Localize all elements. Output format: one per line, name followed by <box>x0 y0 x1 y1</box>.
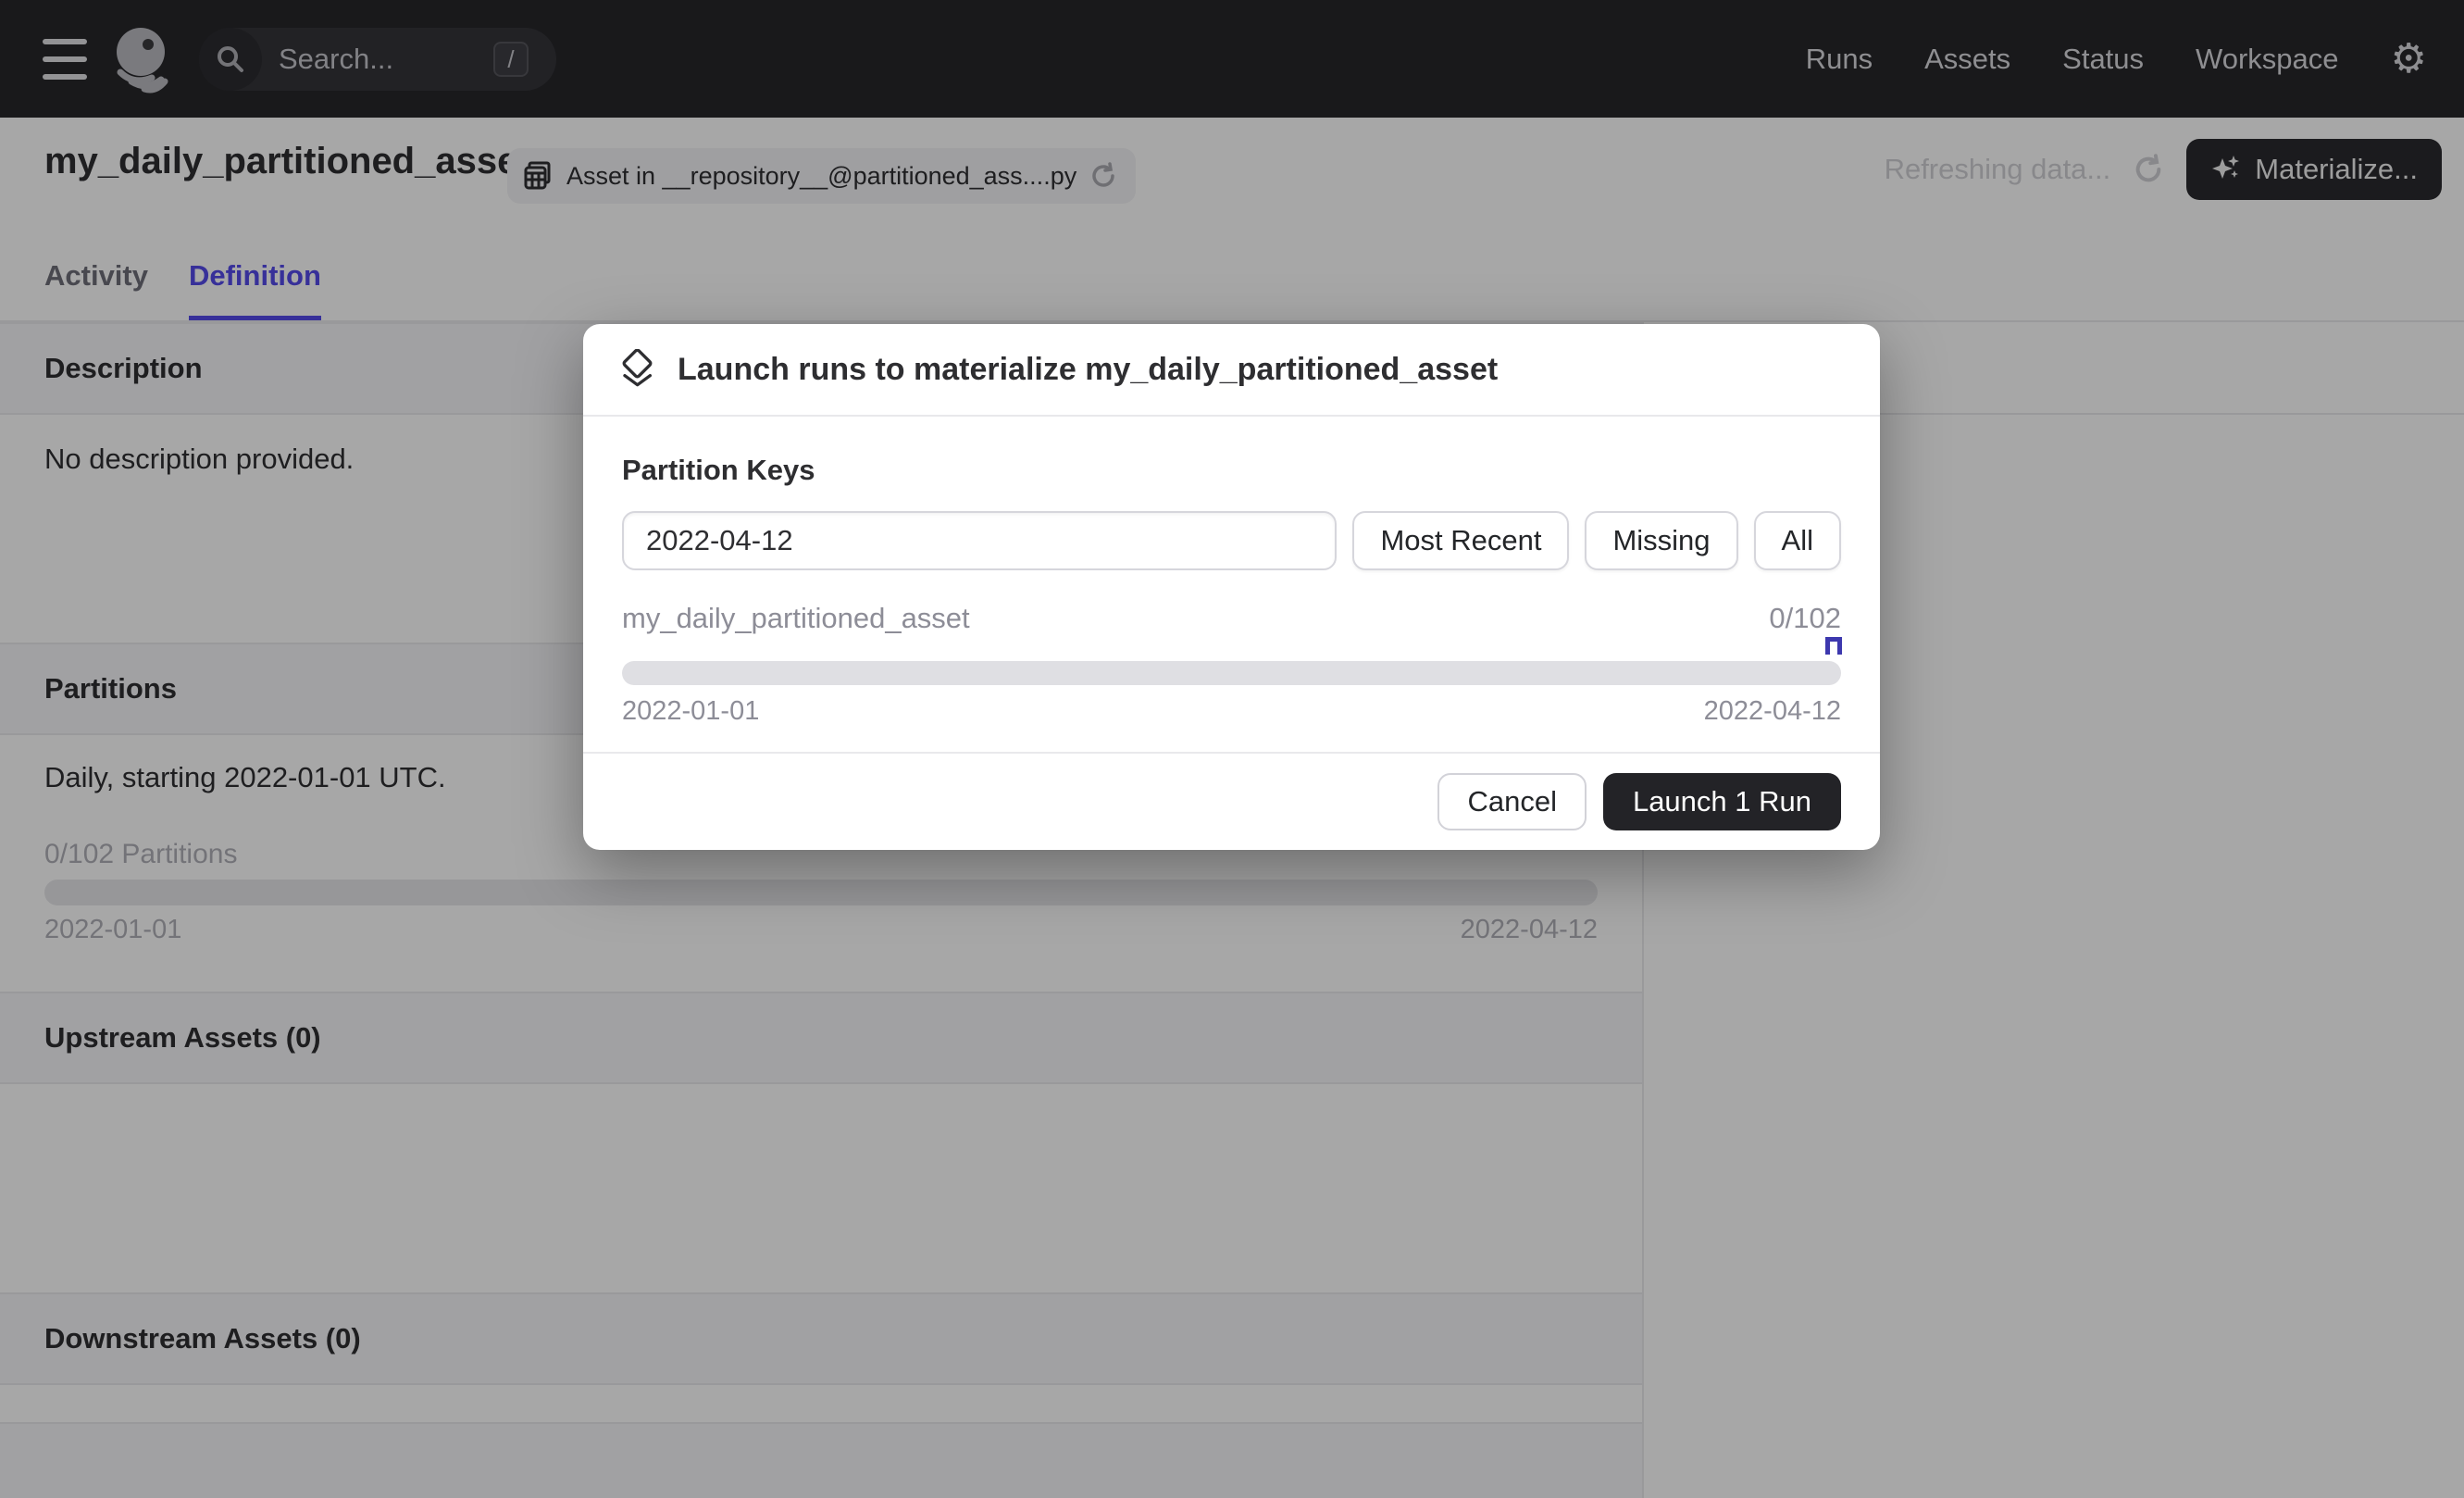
partition-keys-label: Partition Keys <box>622 454 1841 487</box>
dialog-range: 2022-01-01 2022-04-12 <box>622 696 1841 727</box>
launch-runs-dialog: Launch runs to materialize my_daily_part… <box>583 324 1880 850</box>
app-window: Search... / Runs Assets Status Workspace… <box>0 0 2464 1498</box>
launch-run-button[interactable]: Launch 1 Run <box>1603 773 1841 830</box>
progress-label-row: my_daily_partitioned_asset 0/102 <box>622 602 1841 635</box>
selection-marker-row <box>622 637 1841 657</box>
partition-input-row: Most Recent Missing All <box>622 511 1841 570</box>
dialog-header: Launch runs to materialize my_daily_part… <box>583 324 1880 417</box>
partition-count: 0/102 <box>1769 602 1841 635</box>
dialog-range-end: 2022-04-12 <box>1704 696 1841 727</box>
dialog-range-start: 2022-01-01 <box>622 696 759 727</box>
all-button[interactable]: All <box>1754 511 1841 570</box>
dialog-health-bar[interactable] <box>622 661 1841 685</box>
cancel-button[interactable]: Cancel <box>1437 773 1587 830</box>
most-recent-button[interactable]: Most Recent <box>1352 511 1569 570</box>
dialog-body: Partition Keys Most Recent Missing All m… <box>583 417 1880 727</box>
materialization-layers-icon <box>620 349 657 390</box>
dialog-title: Launch runs to materialize my_daily_part… <box>678 352 1498 388</box>
missing-button[interactable]: Missing <box>1585 511 1737 570</box>
partition-keys-input[interactable] <box>622 511 1337 570</box>
asset-name-label: my_daily_partitioned_asset <box>622 602 970 635</box>
dialog-footer: Cancel Launch 1 Run <box>583 752 1880 850</box>
selected-partition-marker-icon <box>1825 637 1842 655</box>
